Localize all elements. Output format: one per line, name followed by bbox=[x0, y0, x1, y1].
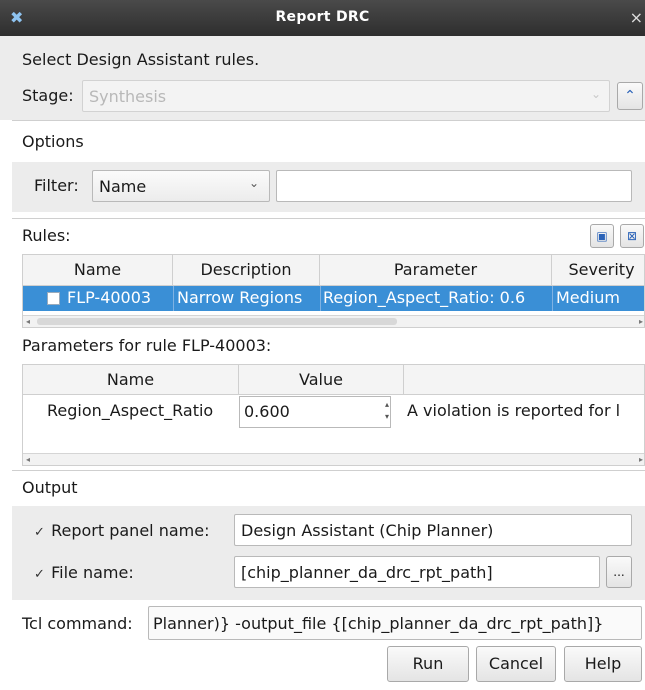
parameter-description: A violation is reported for l bbox=[407, 401, 621, 420]
file-name-checkbox[interactable]: ✓ File name: bbox=[34, 563, 134, 582]
table-row[interactable]: Region_Aspect_Ratio 0.600 ▴ ▾ A violation… bbox=[23, 395, 644, 429]
row-checkbox[interactable] bbox=[47, 292, 60, 305]
header-text: Select Design Assistant rules. bbox=[22, 50, 260, 69]
report-panel-label: Report panel name: bbox=[51, 521, 210, 540]
file-name-label: File name: bbox=[51, 563, 134, 582]
checkmark-icon: ✓ bbox=[34, 525, 45, 540]
run-button[interactable]: Run bbox=[387, 646, 469, 682]
horizontal-scrollbar[interactable]: ◂ ▸ bbox=[23, 453, 644, 465]
rules-table: Name Description Parameter Severity FLP-… bbox=[22, 254, 645, 328]
tcl-command-value: Planner)} -output_file {[chip_planner_da… bbox=[153, 614, 604, 633]
chevron-down-icon: ⌄ bbox=[590, 87, 601, 101]
parameter-value-spinbox[interactable]: 0.600 ▴ ▾ bbox=[239, 396, 391, 428]
file-name-input[interactable]: [chip_planner_da_drc_rpt_path] bbox=[234, 556, 600, 588]
rule-description: Narrow Regions bbox=[177, 288, 303, 307]
spin-arrows-icon[interactable]: ▴ ▾ bbox=[385, 399, 389, 423]
title-bar[interactable]: ✖ Report DRC × bbox=[0, 0, 645, 36]
scroll-right-icon[interactable]: ▸ bbox=[639, 454, 643, 465]
options-title: Options bbox=[22, 132, 84, 151]
parameter-value: 0.600 bbox=[244, 402, 290, 421]
cancel-button[interactable]: Cancel bbox=[476, 646, 556, 682]
parameters-title: Parameters for rule FLP-40003: bbox=[22, 336, 272, 355]
scroll-right-icon[interactable]: ▸ bbox=[639, 316, 643, 327]
stage-select[interactable]: Synthesis ⌄ bbox=[82, 80, 610, 112]
deselect-all-button[interactable]: ⊠ bbox=[620, 224, 644, 248]
rules-title: Rules: bbox=[22, 226, 71, 245]
filter-label: Filter: bbox=[34, 176, 79, 195]
chevron-down-icon: ⌄ bbox=[248, 176, 259, 190]
uncheck-stack-icon: ⊠ bbox=[626, 229, 638, 243]
double-chevron-up-icon: ⌃ bbox=[624, 88, 636, 104]
collapse-button[interactable]: ⌃ bbox=[617, 82, 643, 110]
close-icon[interactable]: × bbox=[630, 8, 643, 27]
column-header-name[interactable]: Name bbox=[23, 255, 173, 286]
filter-value: Name bbox=[99, 177, 147, 196]
window-title: Report DRC bbox=[275, 9, 370, 25]
column-header-value[interactable]: Value bbox=[239, 365, 404, 395]
horizontal-scrollbar[interactable]: ◂ ▸ bbox=[23, 315, 644, 327]
filter-input[interactable] bbox=[276, 170, 632, 202]
scrollbar-thumb[interactable] bbox=[37, 318, 397, 325]
report-panel-name-input[interactable]: Design Assistant (Chip Planner) bbox=[234, 514, 632, 546]
stage-value: Synthesis bbox=[89, 87, 167, 106]
table-row[interactable]: FLP-40003 Narrow Regions Region_Aspect_R… bbox=[23, 286, 644, 311]
rule-parameter: Region_Aspect_Ratio: 0.6 bbox=[323, 288, 526, 307]
browse-button[interactable]: ... bbox=[606, 556, 632, 588]
rule-severity: Medium bbox=[556, 288, 620, 307]
stage-label: Stage: bbox=[22, 86, 74, 105]
select-all-button[interactable]: ▣ bbox=[590, 224, 614, 248]
checkmark-icon: ✓ bbox=[34, 567, 45, 582]
parameters-table: Name Value Region_Aspect_Ratio 0.600 ▴ ▾ … bbox=[22, 364, 645, 466]
parameter-name: Region_Aspect_Ratio bbox=[47, 401, 214, 420]
tcl-label: Tcl command: bbox=[22, 614, 133, 633]
report-panel-checkbox[interactable]: ✓ Report panel name: bbox=[34, 521, 209, 540]
help-button[interactable]: Help bbox=[564, 646, 642, 682]
checkbox-stack-icon: ▣ bbox=[596, 229, 608, 243]
column-header-description[interactable]: Description bbox=[173, 255, 320, 286]
scroll-left-icon[interactable]: ◂ bbox=[26, 316, 30, 327]
tcl-command-field[interactable]: Planner)} -output_file {[chip_planner_da… bbox=[148, 606, 642, 640]
column-header-parameter[interactable]: Parameter bbox=[320, 255, 552, 286]
column-header-severity[interactable]: Severity bbox=[552, 255, 644, 286]
rule-name: FLP-40003 bbox=[67, 288, 152, 307]
scroll-left-icon[interactable]: ◂ bbox=[26, 454, 30, 465]
filter-select[interactable]: Name ⌄ bbox=[92, 170, 270, 202]
column-header-blank bbox=[404, 365, 644, 395]
output-title: Output bbox=[22, 478, 78, 497]
column-header-name[interactable]: Name bbox=[23, 365, 239, 395]
